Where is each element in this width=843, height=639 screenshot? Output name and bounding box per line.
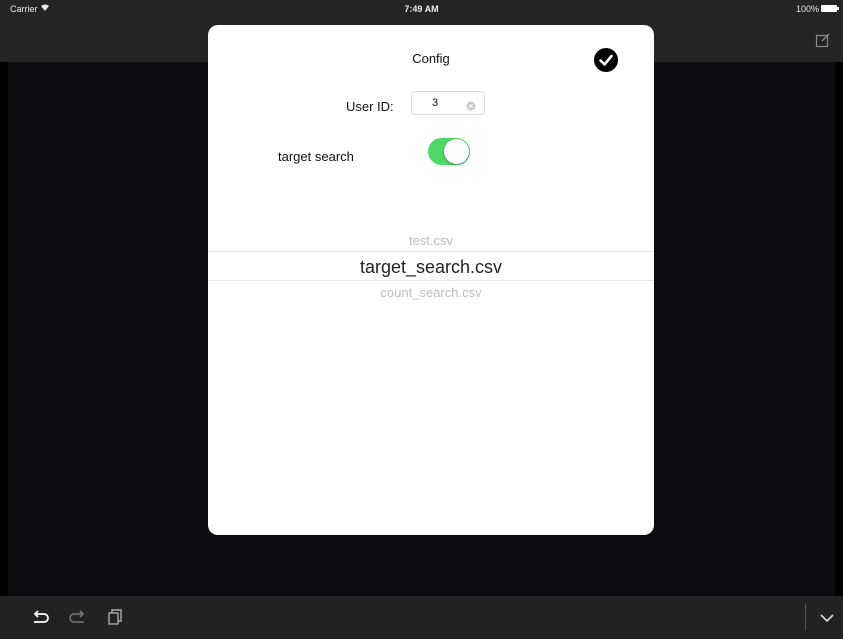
modal-title: Config: [412, 51, 450, 66]
picker-item[interactable]: count_search.csv: [208, 285, 654, 300]
chevron-down-icon[interactable]: [816, 606, 838, 628]
clock: 7:49 AM: [404, 4, 439, 14]
picker-item-selected[interactable]: target_search.csv: [208, 257, 654, 278]
checkmark-circle-icon: [594, 48, 618, 72]
config-modal: Config User ID: 3 target search test.csv…: [208, 25, 654, 535]
done-button[interactable]: [593, 47, 619, 73]
clear-icon[interactable]: [466, 98, 476, 111]
status-bar: Carrier 7:49 AM 100%: [0, 0, 843, 18]
battery-percentage: 100%: [795, 4, 819, 14]
target-search-toggle[interactable]: [428, 138, 470, 165]
picker-divider: [208, 280, 654, 281]
undo-icon[interactable]: [30, 606, 52, 628]
file-picker[interactable]: test.csv target_search.csv count_search.…: [208, 223, 654, 313]
target-search-label: target search: [278, 149, 354, 164]
user-id-value[interactable]: 3: [432, 97, 438, 109]
battery-icon: [821, 5, 839, 12]
toggle-knob: [444, 139, 469, 164]
paste-icon[interactable]: [104, 606, 126, 628]
picker-divider: [208, 251, 654, 252]
picker-item[interactable]: test.csv: [208, 233, 654, 248]
user-id-field[interactable]: 3: [411, 91, 485, 115]
user-id-label: User ID:: [346, 99, 394, 114]
toolbar-divider: [805, 604, 806, 630]
bottom-toolbar: [0, 596, 843, 639]
compose-icon[interactable]: [815, 32, 831, 48]
redo-icon[interactable]: [66, 606, 88, 628]
